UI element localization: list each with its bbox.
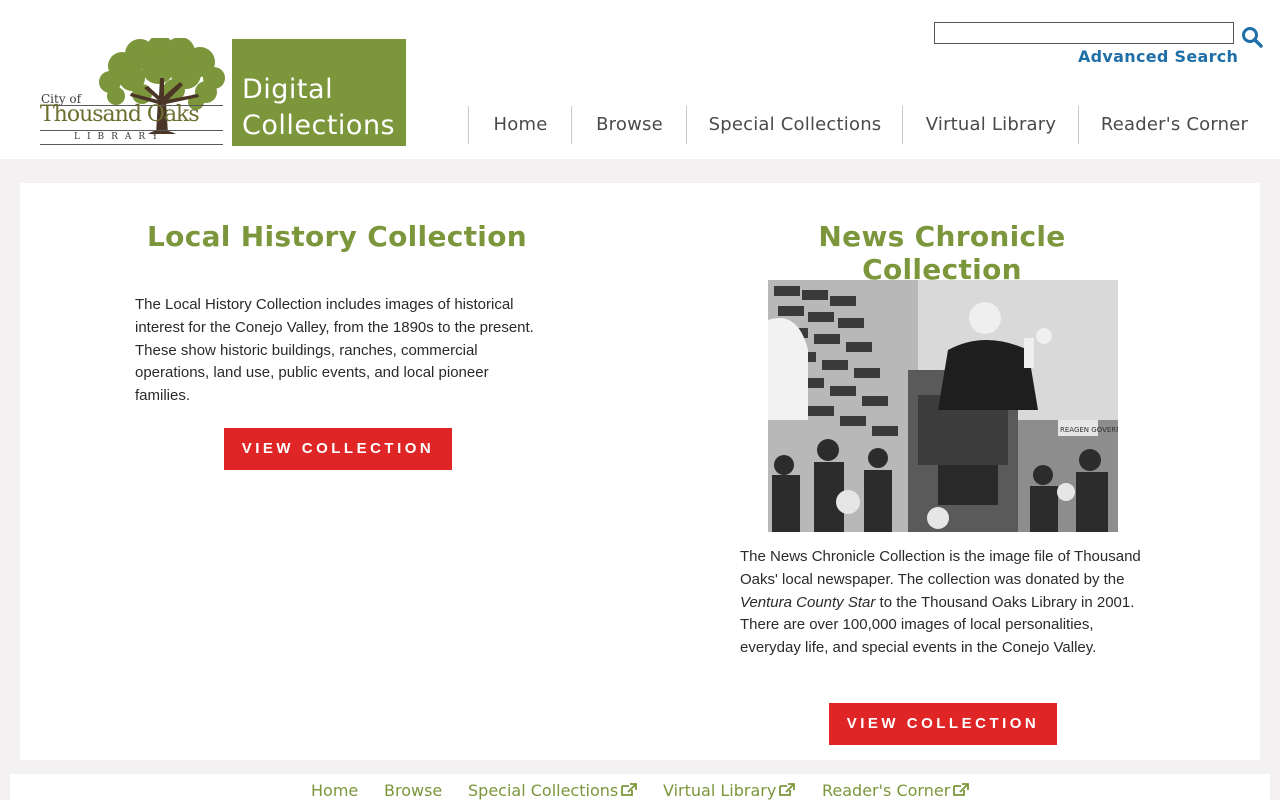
local-history-title: Local History Collection — [147, 220, 527, 253]
photo-sign-text: REAGEN GOVERNOR — [1060, 426, 1118, 434]
nav-readers-corner[interactable]: Reader's Corner — [1078, 106, 1270, 144]
news-chronicle-description-start: The News Chronicle Collection is the ima… — [740, 548, 1141, 588]
nav-browse[interactable]: Browse — [571, 106, 687, 144]
local-history-view-button[interactable]: VIEW COLLECTION — [224, 428, 452, 470]
city-library-logo: City of Thousand Oaks LIBRARY — [40, 38, 232, 147]
news-chronicle-photo-art: REAGEN GOVERNOR — [768, 280, 1118, 532]
site-header: City of Thousand Oaks LIBRARY Digital Co… — [0, 0, 1280, 159]
ventura-county-star-text: Ventura County Star — [740, 593, 876, 611]
search-input[interactable] — [934, 22, 1234, 44]
logo-city-name: Thousand Oaks — [40, 102, 200, 127]
search-button[interactable] — [1240, 26, 1264, 50]
nav-home[interactable]: Home — [468, 106, 572, 144]
nav-special-collections[interactable]: Special Collections — [686, 106, 903, 144]
site-footer: Home Browse Special Collections Virtual … — [10, 774, 1270, 800]
footer-link-label: Special Collections — [468, 781, 619, 800]
site-logo[interactable]: City of Thousand Oaks LIBRARY Digital Co… — [40, 38, 406, 147]
nav-virtual-library[interactable]: Virtual Library — [902, 106, 1079, 144]
logo-rule-middle — [40, 130, 223, 131]
advanced-search-link[interactable]: Advanced Search — [1078, 47, 1238, 66]
footer-link-home[interactable]: Home — [311, 781, 358, 800]
footer-link-label: Reader's Corner — [822, 781, 951, 800]
badge-line-1: Digital — [242, 74, 334, 105]
external-link-icon — [953, 783, 970, 796]
search-icon — [1242, 27, 1263, 48]
footer-link-special-collections[interactable]: Special Collections — [468, 781, 638, 800]
local-history-description: The Local History Collection includes im… — [135, 296, 534, 405]
collections-panel: Local History Collection The Local Histo… — [20, 183, 1260, 760]
news-chronicle-view-button[interactable]: VIEW COLLECTION — [829, 703, 1057, 745]
footer-link-readers-corner[interactable]: Reader's Corner — [822, 781, 970, 800]
footer-link-virtual-library[interactable]: Virtual Library — [663, 781, 796, 800]
digital-collections-badge: Digital Collections — [232, 39, 406, 146]
news-chronicle-photo: REAGEN GOVERNOR — [768, 280, 1118, 532]
footer-link-browse[interactable]: Browse — [384, 781, 442, 800]
logo-rule-bottom — [40, 144, 223, 145]
external-link-icon — [779, 783, 796, 796]
logo-library: LIBRARY — [74, 132, 165, 142]
external-link-icon — [621, 783, 638, 796]
footer-link-label: Virtual Library — [663, 781, 777, 800]
news-chronicle-description: The News Chronicle Collection is the ima… — [740, 546, 1152, 660]
badge-line-2: Collections — [242, 110, 396, 141]
news-chronicle-title: News Chronicle Collection — [818, 220, 1066, 286]
